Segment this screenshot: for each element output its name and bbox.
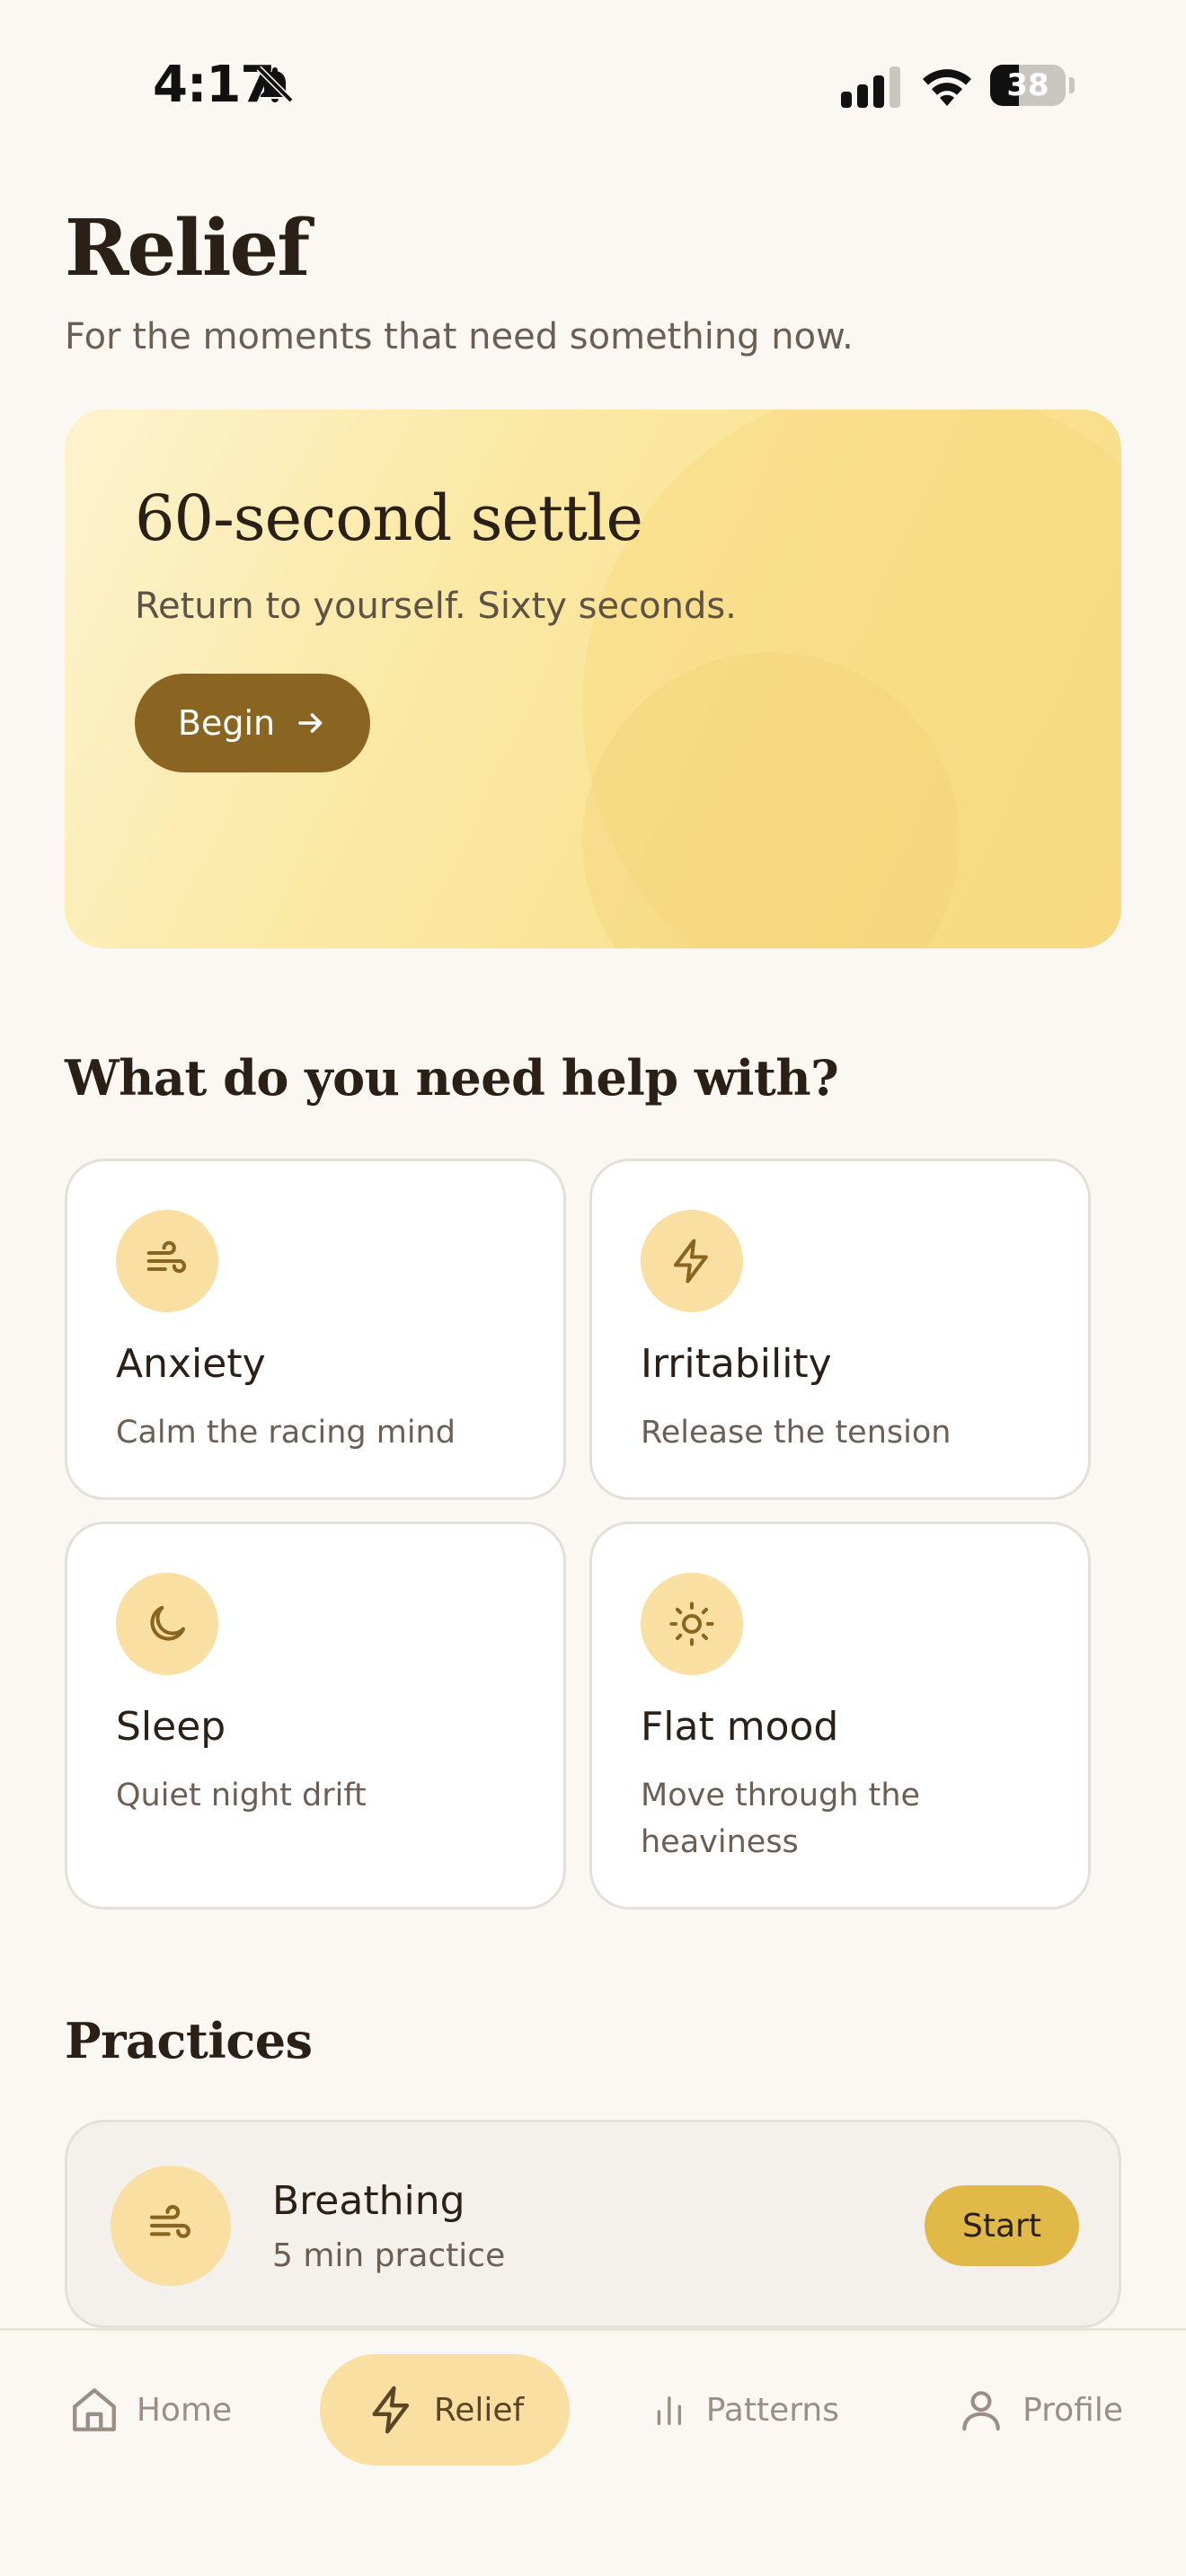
lightning-icon: [673, 1239, 708, 1284]
practice-card-breathing[interactable]: Breathing 5 min practice Start: [65, 2120, 1121, 2328]
battery-level: 38: [1006, 67, 1049, 103]
wifi-icon: [923, 69, 971, 106]
help-card-title: Flat mood: [641, 1704, 839, 1750]
nav-item-profile[interactable]: Profile: [956, 2354, 1123, 2466]
bottom-nav: Home Relief Patterns Profile: [0, 2328, 1186, 2576]
bar-chart-icon: [657, 2395, 682, 2425]
moon-icon: [150, 1605, 186, 1641]
help-card-flat-mood[interactable]: Flat mood Move through the heaviness: [589, 1522, 1091, 1910]
hero-text: Return to yourself. Sixty seconds.: [135, 586, 737, 627]
nav-item-patterns[interactable]: Patterns: [649, 2354, 839, 2466]
cellular-signal-icon: [841, 66, 900, 108]
help-card-description: Release the tension: [641, 1415, 951, 1451]
arrow-right-icon: [298, 713, 323, 733]
begin-button[interactable]: Begin: [135, 674, 370, 772]
help-card-description: Quiet night drift: [116, 1778, 367, 1813]
help-card-description: Move through the heaviness: [641, 1778, 921, 1860]
help-section-heading: What do you need help with?: [65, 1049, 839, 1107]
sun-icon: [669, 1601, 714, 1646]
begin-button-label: Begin: [177, 703, 276, 743]
nav-item-label: Patterns: [705, 2391, 839, 2429]
help-icon-circle: [641, 1210, 743, 1312]
wind-icon: [146, 1240, 187, 1274]
nav-item-label: Home: [136, 2391, 233, 2429]
hero-card: 60-second settle Return to yourself. Six…: [65, 410, 1121, 948]
practice-title: Breathing: [272, 2178, 465, 2224]
help-card-title: Sleep: [116, 1704, 226, 1750]
person-icon: [962, 2391, 1000, 2431]
nav-item-label: Relief: [433, 2391, 525, 2429]
wind-icon: [149, 2204, 190, 2238]
status-bar: 4:17 38: [0, 0, 1186, 171]
practice-duration: 5 min practice: [272, 2237, 506, 2274]
help-card-description: Calm the racing mind: [116, 1415, 456, 1451]
help-card-sleep[interactable]: Sleep Quiet night drift: [65, 1522, 566, 1910]
help-icon-circle: [116, 1210, 218, 1312]
help-card-title: Anxiety: [116, 1341, 266, 1387]
page-subtitle: For the moments that need something now.: [65, 316, 854, 357]
battery-nub: [1069, 77, 1075, 93]
nav-item-label: Profile: [1022, 2391, 1123, 2429]
home-icon: [72, 2388, 116, 2431]
nav-item-home[interactable]: Home: [65, 2354, 235, 2466]
help-card-title: Irritability: [641, 1341, 832, 1387]
nav-item-relief[interactable]: Relief: [320, 2354, 570, 2466]
practice-icon-circle: [111, 2166, 231, 2286]
practices-heading: Practices: [65, 2012, 313, 2069]
bell-slash-icon: [256, 66, 294, 103]
battery-icon: 38: [990, 65, 1066, 106]
page-title: Relief: [65, 203, 310, 294]
help-card-irritability[interactable]: Irritability Release the tension: [589, 1159, 1091, 1500]
lightning-icon: [372, 2386, 409, 2434]
hero-title: 60-second settle: [135, 481, 643, 555]
help-icon-circle: [116, 1573, 218, 1675]
help-icon-circle: [641, 1573, 743, 1675]
help-card-anxiety[interactable]: Anxiety Calm the racing mind: [65, 1159, 566, 1500]
start-button[interactable]: Start: [925, 2185, 1079, 2266]
